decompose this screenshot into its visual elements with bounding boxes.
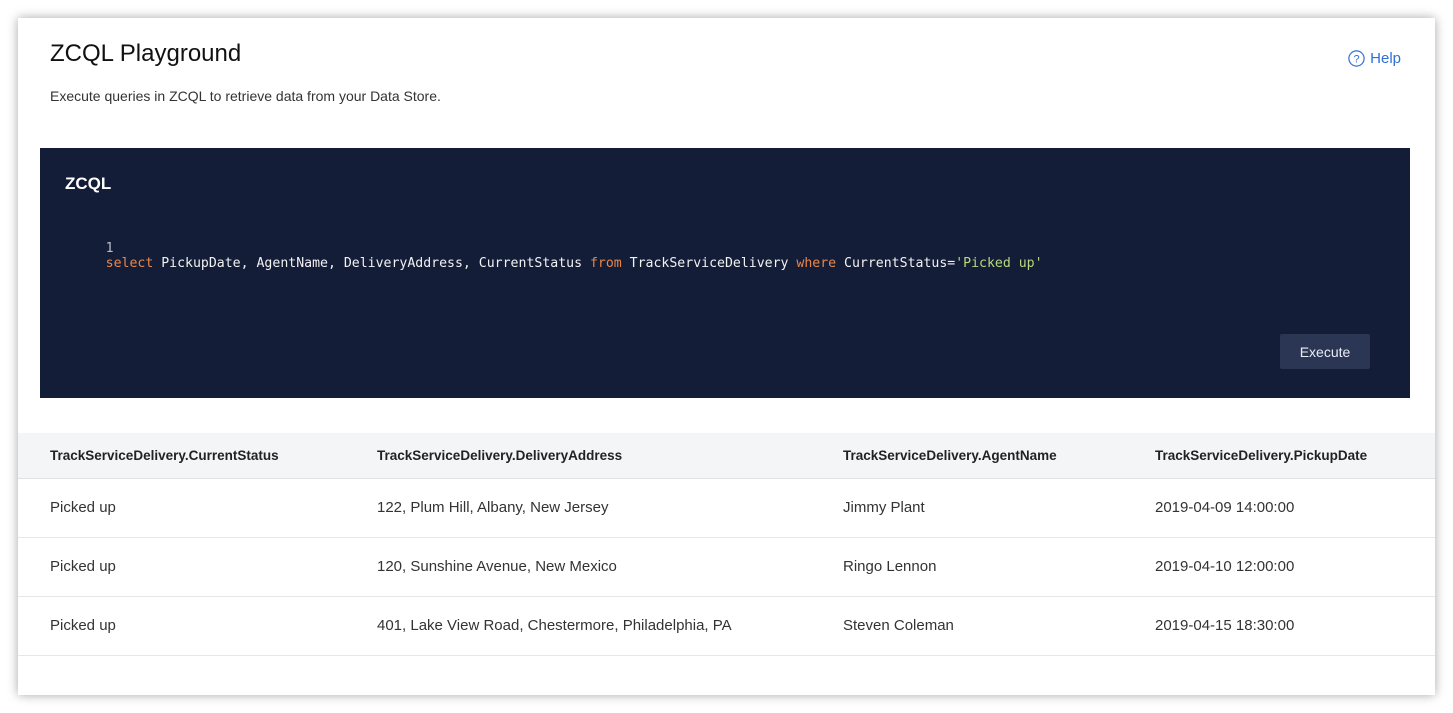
column-header: TrackServiceDelivery.PickupDate bbox=[1155, 433, 1435, 479]
page-subtitle: Execute queries in ZCQL to retrieve data… bbox=[50, 88, 441, 104]
help-link[interactable]: ? Help bbox=[1348, 50, 1401, 67]
query-keyword: where bbox=[796, 256, 837, 271]
help-label: Help bbox=[1370, 50, 1401, 67]
results-table: TrackServiceDelivery.CurrentStatus Track… bbox=[18, 433, 1435, 656]
table-cell: 120, Sunshine Avenue, New Mexico bbox=[377, 537, 843, 597]
query-editor: ZCQL 1 select PickupDate, AgentName, Del… bbox=[40, 148, 1410, 398]
table-cell: Picked up bbox=[18, 596, 377, 656]
query-string: 'Picked up' bbox=[955, 256, 1043, 271]
query-keyword: from bbox=[589, 256, 622, 271]
svg-text:?: ? bbox=[1354, 54, 1360, 66]
question-circle-icon: ? bbox=[1348, 50, 1365, 67]
table-cell: 2019-04-09 14:00:00 bbox=[1155, 478, 1435, 538]
query-input[interactable]: 1 select PickupDate, AgentName, Delivery… bbox=[58, 226, 1043, 286]
zcql-playground-panel: ZCQL Playground Execute queries in ZCQL … bbox=[18, 18, 1435, 695]
table-cell: 2019-04-15 18:30:00 bbox=[1155, 596, 1435, 656]
column-header: TrackServiceDelivery.DeliveryAddress bbox=[377, 433, 843, 479]
query-text: PickupDate, AgentName, DeliveryAddress, … bbox=[153, 256, 590, 271]
table-row: Picked up 122, Plum Hill, Albany, New Je… bbox=[18, 478, 1435, 538]
table-cell: 122, Plum Hill, Albany, New Jersey bbox=[377, 478, 843, 538]
table-cell: 2019-04-10 12:00:00 bbox=[1155, 537, 1435, 597]
table-row: Picked up 120, Sunshine Avenue, New Mexi… bbox=[18, 537, 1435, 597]
execute-button[interactable]: Execute bbox=[1280, 334, 1370, 369]
table-cell: Steven Coleman bbox=[843, 596, 1155, 656]
query-text: TrackServiceDelivery bbox=[621, 256, 797, 271]
table-cell: Picked up bbox=[18, 478, 377, 538]
column-header: TrackServiceDelivery.CurrentStatus bbox=[18, 433, 377, 479]
query-tokens: select PickupDate, AgentName, DeliveryAd… bbox=[106, 256, 1043, 271]
line-number: 1 bbox=[105, 241, 114, 256]
table-cell: Picked up bbox=[18, 537, 377, 597]
table-header-row: TrackServiceDelivery.CurrentStatus Track… bbox=[18, 433, 1435, 479]
table-cell: Ringo Lennon bbox=[843, 537, 1155, 597]
table-cell: Jimmy Plant bbox=[843, 478, 1155, 538]
query-keyword: select bbox=[105, 256, 154, 271]
table-cell: 401, Lake View Road, Chestermore, Philad… bbox=[377, 596, 843, 656]
table-row: Picked up 401, Lake View Road, Chestermo… bbox=[18, 596, 1435, 656]
query-text: CurrentStatus= bbox=[836, 256, 956, 271]
page-title: ZCQL Playground bbox=[50, 40, 242, 67]
editor-title: ZCQL bbox=[65, 174, 112, 193]
column-header: TrackServiceDelivery.AgentName bbox=[843, 433, 1155, 479]
